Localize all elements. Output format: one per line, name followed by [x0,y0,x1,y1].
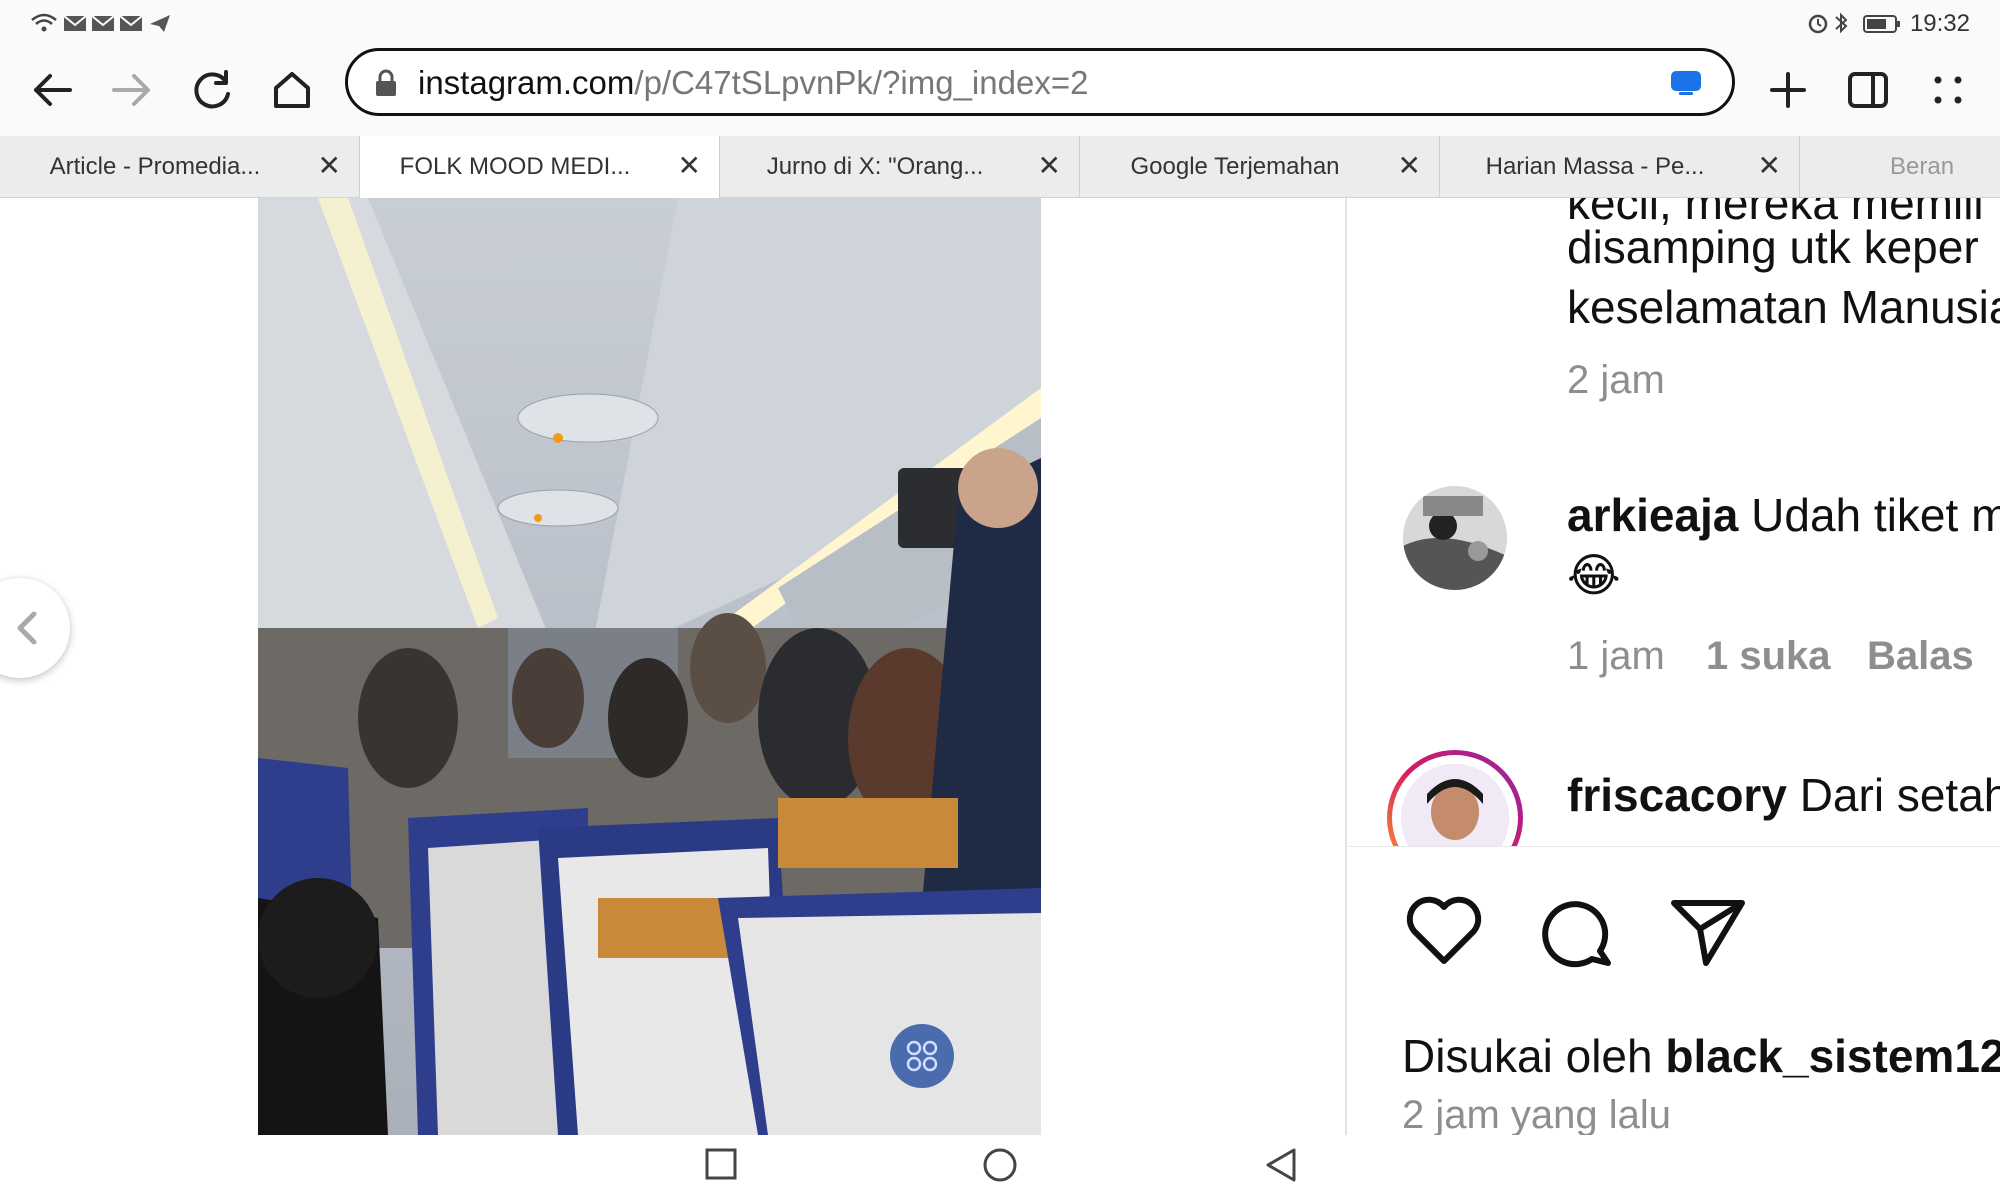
back-button[interactable] [20,58,84,122]
new-tab-button[interactable] [1756,58,1820,122]
comment-text: Dari setah [1799,769,2000,821]
post-actions: Disukai oleh black_sistem12 2 jam yang l… [1348,846,2000,1135]
comment-text: Udah tiket m [1751,489,2000,541]
avatar-photo [1403,486,1507,590]
home-button[interactable] [260,58,324,122]
lock-icon [376,69,396,96]
new-tab-icon [1770,72,1806,108]
like-heart-icon[interactable] [1402,889,1486,973]
comment-time: 1 jam [1567,634,1665,678]
status-left-icons [31,13,170,32]
comment-body: friscacory Dari setah [1567,766,2000,824]
comment-username[interactable]: friscacory [1567,769,1787,821]
tab-title: Article - Promedia... [49,153,261,180]
comment-bubble-icon[interactable] [1534,889,1618,973]
tab-title: Harian Massa - Pe... [1485,153,1705,180]
airplane-cabin-photo [258,198,1041,1135]
laughing-emoji: 😂 [1567,549,1621,601]
browser-toolbar: instagram.com/p/C47tSLpvnPk/?img_index=2 [0,44,2000,136]
recents-square-icon[interactable] [704,1147,738,1181]
url-host: instagram.com [418,64,635,101]
cast-icon[interactable] [1670,69,1702,97]
tab-switcher-button[interactable] [1836,58,1900,122]
url-path: /p/C47tSLpvnPk/?img_index=2 [634,64,1089,101]
home-circle-icon[interactable] [982,1147,1018,1183]
forward-button[interactable] [100,58,164,122]
home-icon [274,72,310,108]
menu-icon [1934,76,1962,104]
liked-by-user[interactable]: black_sistem12 [1665,1030,2000,1082]
url-text[interactable]: instagram.com/p/C47tSLpvnPk/?img_index=2 [418,64,1088,102]
previous-image-button[interactable] [0,578,70,678]
tab-title: FOLK MOOD MEDI... [399,153,631,180]
tab-article-promedia[interactable]: Article - Promedia... ✕ [0,136,360,198]
comment-body: arkieaja Udah tiket m [1567,486,2000,544]
gallery-icon[interactable] [890,1024,954,1088]
comment-likes[interactable]: 1 suka [1706,634,1831,679]
reply-button[interactable]: Balas [1867,634,1974,679]
tab-google-terjemahan[interactable]: Google Terjemahan ✕ [1080,136,1440,198]
post-image[interactable] [258,198,1041,1135]
chevron-left-icon [17,611,37,645]
reload-icon [194,70,230,109]
liked-by-text: Disukai oleh black_sistem12 [1402,1029,2000,1083]
tab-close-icon[interactable]: ✕ [1038,152,1061,180]
back-icon [34,74,72,106]
tab-folk-mood-media[interactable]: FOLK MOOD MEDI... ✕ [360,136,720,198]
menu-button[interactable] [1916,58,1980,122]
tab-jurno[interactable]: Jurno di X: "Orang... ✕ [720,136,1080,198]
system-nav-bar [0,1135,2000,1200]
address-bar[interactable]: instagram.com/p/C47tSLpvnPk/?img_index=2 [345,48,1735,116]
tab-strip: Article - Promedia... ✕ FOLK MOOD MEDI..… [0,136,2000,198]
tab-switcher-icon [1848,72,1888,108]
tab-title: Beran [1890,153,1955,180]
page-content: kecil, mereka memili disamping utk keper… [0,198,2000,1135]
tab-close-icon[interactable]: ✕ [318,152,341,180]
tab-close-icon[interactable]: ✕ [678,152,701,180]
clock: 19:32 [1909,10,1970,37]
comment-time: 2 jam [1567,358,1665,402]
panel-divider [1345,198,1347,1135]
status-bar: 19:32 [0,0,2000,44]
forward-icon [112,74,150,106]
reload-button[interactable] [180,58,244,122]
comment-text-line: keselamatan Manusia [1567,281,2000,333]
back-triangle-icon[interactable] [1264,1147,1298,1183]
tab-close-icon[interactable]: ✕ [1398,152,1421,180]
share-send-icon[interactable] [1666,889,1750,973]
tab-beranda[interactable]: Beran [1800,136,2000,198]
comment-text-line: disamping utk keper [1567,221,1979,273]
tab-harian-massa[interactable]: Harian Massa - Pe... ✕ [1440,136,1800,198]
comment-username[interactable]: arkieaja [1567,489,1738,541]
post-time-ago: 2 jam yang lalu [1402,1093,1672,1135]
avatar[interactable] [1403,486,1507,590]
tab-title: Google Terjemahan [1130,153,1340,180]
tab-close-icon[interactable]: ✕ [1758,152,1781,180]
status-right-icons [1808,12,1900,34]
tab-title: Jurno di X: "Orang... [766,153,984,180]
